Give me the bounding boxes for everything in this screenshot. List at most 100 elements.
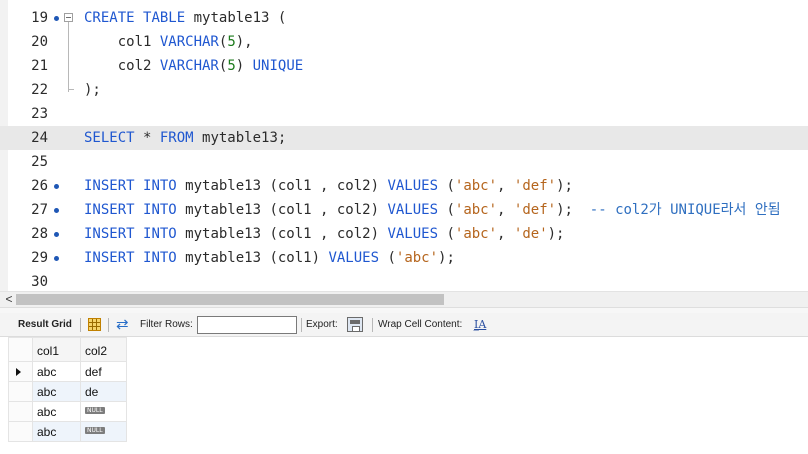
filter-rows-input[interactable] [197,316,297,334]
editor-horizontal-scrollbar[interactable]: < [0,291,808,307]
code-line[interactable]: 22); [0,78,808,102]
sql-keyword: TABLE [143,10,186,26]
code-text[interactable]: INSERT INTO mytable13 (col1 , col2) VALU… [84,222,564,246]
scroll-left-arrow-icon[interactable]: < [2,292,16,308]
cell-col1[interactable]: abc [32,421,81,442]
sql-keyword: INSERT [84,202,135,218]
sql-keyword: VARCHAR [159,58,219,74]
code-token: mytable13 (col1 , col2) [176,202,388,218]
sql-keyword: VALUES [387,202,439,218]
code-line[interactable]: 29 INSERT INTO mytable13 (col1) VALUES ('… [0,246,808,270]
code-line[interactable]: 26 INSERT INTO mytable13 (col1 , col2) VA… [0,174,808,198]
line-number: 21 [31,58,48,74]
sql-string: 'abc' [395,250,439,266]
row-header[interactable] [8,421,33,442]
sql-editor[interactable]: 19 CREATE TABLE mytable13 (20 col1 VARCHA… [0,0,808,291]
code-text[interactable]: col1 VARCHAR(5), [84,30,253,54]
cell-col2[interactable]: def [80,361,127,382]
wrap-text-icon[interactable]: I̲A [474,313,486,337]
cell-col1[interactable]: abc [32,361,81,382]
code-line[interactable]: 28 INSERT INTO mytable13 (col1 , col2) VA… [0,222,808,246]
row-header[interactable] [8,401,33,422]
code-token: mytable13 (col1 , col2) [176,226,388,242]
result-grid: col1 col2 abc def abc de abc NULL abc NULL [0,337,808,454]
null-badge: NULL [85,426,105,434]
row-header-corner [8,337,33,362]
sql-keyword: VALUES [328,250,380,266]
code-line[interactable]: 25 [0,150,808,174]
code-token: col2 [84,58,160,74]
code-token: ) [235,58,253,74]
fold-collapse-icon[interactable] [64,13,73,22]
sql-number: 5 [227,34,236,50]
code-text[interactable]: SELECT * FROM mytable13; [84,126,286,150]
cell-col1[interactable]: abc [32,381,81,402]
result-grid-tab[interactable]: Result Grid [18,313,72,337]
code-line[interactable]: 23 [0,102,808,126]
column-header-col1[interactable]: col1 [32,337,81,362]
code-token: ), [235,34,253,50]
code-token: mytable13 ( [185,10,287,26]
code-line[interactable]: 21 col2 VARCHAR(5) UNIQUE [0,54,808,78]
line-number: 20 [31,34,48,50]
row-header[interactable] [8,361,33,382]
header-row: col1 col2 [8,337,127,362]
sql-keyword: INSERT [84,178,135,194]
line-number: 29 [31,250,48,266]
statement-marker-icon [54,16,59,21]
line-number: 27 [31,202,48,218]
code-token: col1 [84,34,160,50]
column-header-col2[interactable]: col2 [80,337,127,362]
null-badge: NULL [85,406,105,414]
sql-keyword: INSERT [84,250,135,266]
export-label: Export: [306,319,338,330]
table-row[interactable]: abc NULL [8,401,127,422]
wrap-cell-content-label: Wrap Cell Content: [378,319,463,330]
toolbar-separator [372,318,373,332]
export-save-icon[interactable] [347,317,363,332]
line-number: 19 [31,10,48,26]
code-token: ( [438,202,455,218]
line-number: 28 [31,226,48,242]
statement-marker-icon [54,232,59,237]
code-token: mytable13 (col1) [176,250,329,266]
scrollbar-thumb[interactable] [16,294,444,305]
row-header[interactable] [8,381,33,402]
statement-marker-icon [54,184,59,189]
sql-string: 'def' [513,178,557,194]
code-token: ); [84,82,101,98]
sql-keyword: INSERT [84,226,135,242]
current-row-pointer-icon [16,368,21,376]
table-row[interactable]: abc de [8,381,127,402]
grid-layout-icon[interactable] [88,318,101,331]
table-row[interactable]: abc def [8,361,127,382]
cell-col1[interactable]: abc [32,401,81,422]
code-line[interactable]: 24 SELECT * FROM mytable13; [0,126,808,150]
code-text[interactable]: INSERT INTO mytable13 (col1) VALUES ('ab… [84,246,455,270]
code-text[interactable]: ); [84,78,101,102]
sql-keyword: SELECT [84,130,135,146]
sql-keyword: INTO [143,250,177,266]
cell-col2[interactable]: NULL [80,421,127,442]
code-text[interactable]: col2 VARCHAR(5) UNIQUE [84,54,303,78]
sql-number: 5 [227,58,236,74]
code-line[interactable]: 27 INSERT INTO mytable13 (col1 , col2) VA… [0,198,808,222]
table-row[interactable]: abc NULL [8,421,127,442]
code-text[interactable]: INSERT INTO mytable13 (col1 , col2) VALU… [84,198,781,222]
code-line[interactable]: 19 CREATE TABLE mytable13 ( [0,6,808,92]
code-line[interactable]: 20 col1 VARCHAR(5), [0,30,808,54]
cell-col2[interactable]: de [80,381,127,402]
refresh-icon[interactable]: ⇄ [116,313,129,337]
code-text[interactable]: CREATE TABLE mytable13 ( [84,6,286,30]
code-token: , [497,226,514,242]
code-text[interactable]: INSERT INTO mytable13 (col1 , col2) VALU… [84,174,573,198]
cell-col2[interactable]: NULL [80,401,127,422]
sql-string: 'abc' [454,226,498,242]
sql-string: 'def' [513,202,557,218]
statement-marker-icon [54,136,59,141]
code-token: * [134,130,160,146]
sql-keyword: VALUES [387,226,439,242]
